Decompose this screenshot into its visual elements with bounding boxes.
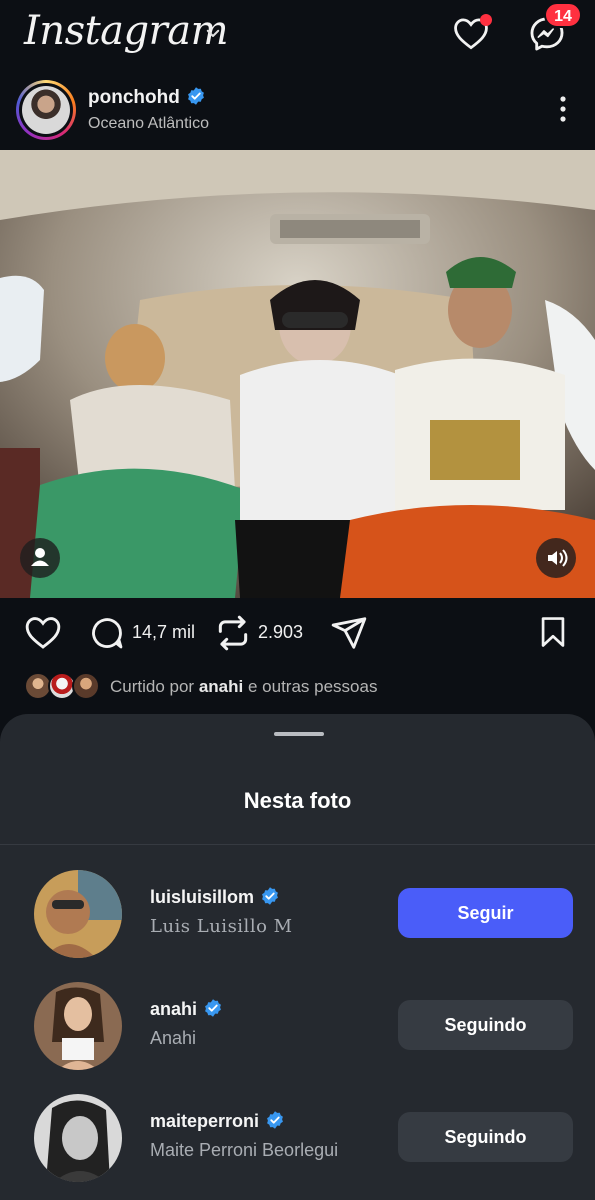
like-heart-icon[interactable] <box>24 614 62 650</box>
sound-button[interactable] <box>536 538 576 578</box>
chevron-down-icon[interactable] <box>204 24 222 42</box>
tagged-person-row[interactable]: anahi Anahi Seguindo <box>0 982 595 1082</box>
sheet-title: Nesta foto <box>243 788 352 813</box>
follow-button[interactable]: Seguir <box>398 888 573 938</box>
notification-dot <box>480 14 492 26</box>
tagged-username[interactable]: maiteperroni <box>150 1110 285 1132</box>
liked-by-text: Curtido por anahi e outras pessoas <box>110 677 377 697</box>
post-username[interactable]: ponchohd <box>88 86 206 109</box>
tagged-full-name: Anahi <box>150 1028 197 1048</box>
speaker-icon <box>548 549 568 567</box>
liked-by-row[interactable]: Curtido por anahi e outras pessoas <box>0 668 595 708</box>
verified-icon <box>205 999 221 1017</box>
avatar[interactable] <box>16 80 76 140</box>
person-tag-icon <box>31 548 49 566</box>
post-username-text: ponchohd <box>88 87 180 108</box>
verified-icon <box>262 887 278 905</box>
post-location[interactable]: Oceano Atlântico <box>88 115 209 133</box>
sheet-drag-handle[interactable] <box>274 732 324 736</box>
post-actions: 14,7 mil 2.903 <box>0 598 595 668</box>
liked-by-user[interactable]: anahi <box>199 677 243 696</box>
more-icon[interactable] <box>552 94 574 124</box>
tagged-person-row[interactable]: luisluisillom Luis Luisillo M Seguir <box>0 870 595 970</box>
following-button[interactable]: Seguindo <box>398 1000 573 1050</box>
tagged-username-text: maiteperroni <box>150 1111 260 1131</box>
verified-icon <box>187 87 204 105</box>
verified-icon <box>267 1111 283 1129</box>
liked-by-prefix: Curtido por <box>110 677 195 696</box>
post-image <box>0 150 595 598</box>
share-icon[interactable] <box>330 614 368 652</box>
post-photo[interactable] <box>0 150 595 598</box>
comments-count[interactable]: 14,7 mil <box>132 622 195 643</box>
tagged-username[interactable]: anahi <box>150 998 223 1020</box>
following-button[interactable]: Seguindo <box>398 1112 573 1162</box>
avatar[interactable] <box>34 870 122 958</box>
tagged-full-name: Luis Luisillo M <box>150 916 293 937</box>
tagged-username[interactable]: luisluisillom <box>150 886 280 908</box>
tagged-people-sheet: Nesta foto luisluisillom Luis Luisillo M… <box>0 714 595 1200</box>
avatar[interactable] <box>34 982 122 1070</box>
comment-icon[interactable] <box>88 614 126 652</box>
liked-by-suffix: e outras pessoas <box>247 677 378 696</box>
divider <box>0 844 595 845</box>
top-bar: Instagram 14 <box>0 0 595 76</box>
post-header: ponchohd Oceano Atlântico <box>0 76 595 150</box>
messenger-badge: 14 <box>544 2 582 28</box>
tagged-person-row[interactable]: maiteperroni Maite Perroni Beorlegui Seg… <box>0 1094 595 1194</box>
person-tag-button[interactable] <box>20 538 60 578</box>
liker-avatar <box>72 672 100 700</box>
tagged-username-text: luisluisillom <box>150 887 255 907</box>
tagged-full-name: Maite Perroni Beorlegui <box>150 1140 339 1160</box>
tagged-username-text: anahi <box>150 999 198 1019</box>
avatar[interactable] <box>34 1094 122 1182</box>
instagram-logo[interactable]: Instagram <box>24 8 229 54</box>
reposts-count[interactable]: 2.903 <box>258 622 303 643</box>
bookmark-icon[interactable] <box>536 614 570 650</box>
repost-icon[interactable] <box>214 614 252 652</box>
